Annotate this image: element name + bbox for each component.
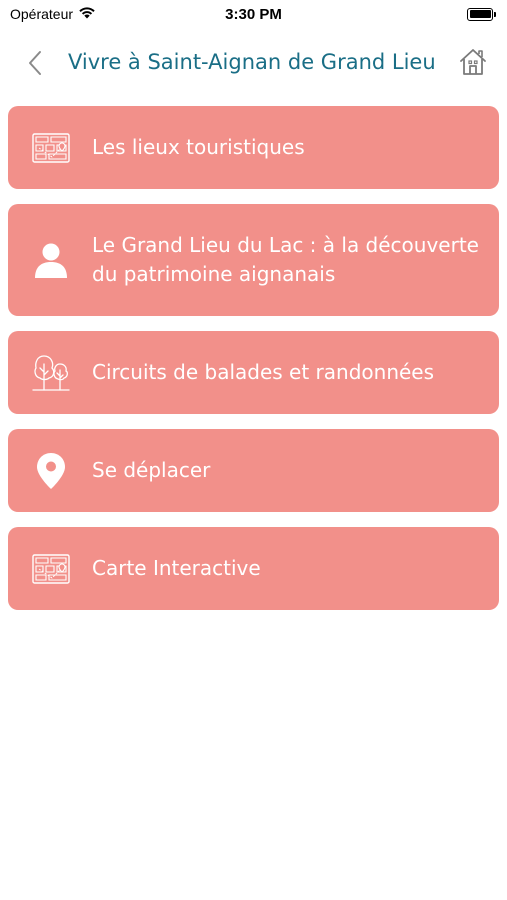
person-icon: [8, 241, 92, 279]
menu-item-label: Carte Interactive: [92, 556, 261, 580]
menu-item-carte-interactive[interactable]: Carte Interactive: [8, 527, 499, 610]
status-bar: Opérateur 3:30 PM: [0, 0, 507, 28]
menu-item-lieux-touristiques[interactable]: Les lieux touristiques: [8, 106, 499, 189]
battery-fill: [469, 10, 491, 18]
menu-list: Les lieux touristiques Le Grand Lieu du …: [8, 106, 499, 625]
menu-item-label: Se déplacer: [92, 458, 211, 482]
battery-icon: [467, 7, 496, 21]
nav-bar: Vivre à Saint-Aignan de Grand Lieu: [0, 40, 507, 86]
map-icon: [8, 553, 92, 584]
carrier-label: Opérateur: [10, 6, 74, 22]
back-button[interactable]: [22, 48, 48, 78]
wifi-icon: [78, 6, 96, 22]
menu-item-se-deplacer[interactable]: Se déplacer: [8, 429, 499, 512]
page-title: Vivre à Saint-Aignan de Grand Lieu: [68, 50, 436, 74]
menu-item-label: Circuits de balades et randonnées: [92, 360, 435, 384]
menu-item-label: Le Grand Lieu du Lac : à la découverte d…: [92, 233, 479, 286]
map-icon: [8, 132, 92, 163]
menu-item-circuits-balades[interactable]: Circuits de balades et randonnées: [8, 331, 499, 414]
chevron-left-icon: [29, 51, 41, 75]
menu-item-label: Les lieux touristiques: [92, 135, 305, 159]
status-left: Opérateur: [10, 6, 96, 22]
home-button[interactable]: [457, 46, 489, 78]
location-pin-icon: [8, 452, 92, 490]
trees-icon: [8, 354, 92, 392]
home-icon: [460, 49, 486, 75]
menu-item-grand-lieu-du-lac[interactable]: Le Grand Lieu du Lac : à la découverte d…: [8, 204, 499, 316]
